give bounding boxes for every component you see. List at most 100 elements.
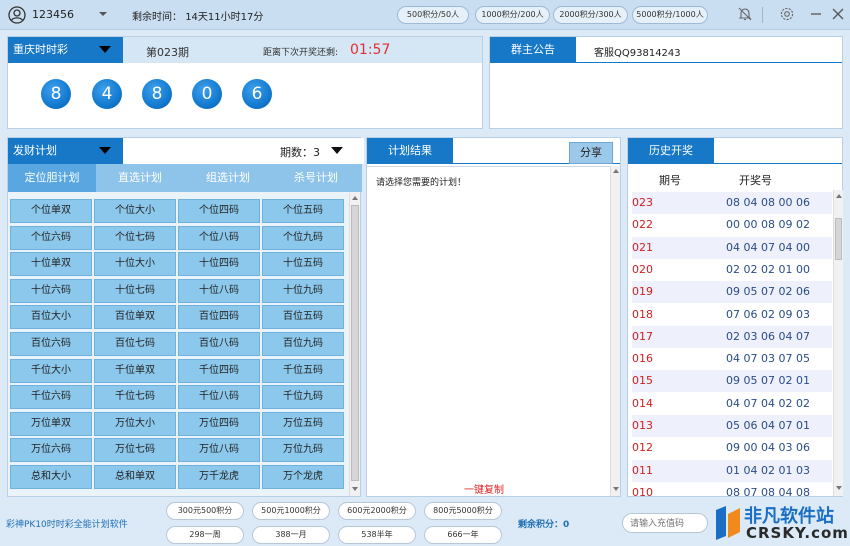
plan-option-button[interactable]: 百位大小 [10,305,92,330]
history-row: 015 09 05 07 02 01 [632,370,832,393]
subscribe-month-button[interactable]: 388一月 [252,526,330,544]
countdown: 01:57 [350,42,391,58]
history-issue: 015 [632,374,653,388]
subscribe-year-button[interactable]: 666一年 [424,526,502,544]
plan-option-button[interactable]: 万千龙虎 [178,465,260,489]
plan-option-button[interactable]: 万位大小 [94,411,176,436]
plan-option-button[interactable]: 千位大小 [10,358,92,383]
plan-option-button[interactable]: 千位八码 [178,385,260,410]
plan-option-button[interactable]: 千位九码 [262,385,344,410]
plan-option-button[interactable]: 千位五码 [262,358,344,383]
result-scrollbar[interactable] [610,166,620,496]
buy-button-1[interactable]: 300元500积分 [166,502,244,520]
draw-ball: 4 [92,79,122,109]
plan-option-button[interactable]: 个位大小 [94,199,176,223]
plan-option-button[interactable]: 百位八码 [178,332,260,356]
plan-option-button[interactable]: 万位七码 [94,438,176,463]
plan-option-button[interactable]: 千位六码 [10,385,92,410]
plan-option-button[interactable]: 百位六码 [10,332,92,356]
plan-option-button[interactable]: 个位八码 [178,225,260,250]
history-row: 022 00 00 08 09 02 [632,214,832,236]
plan-option-button[interactable]: 万位八码 [178,438,260,463]
plan-option-button[interactable]: 万位九码 [262,438,344,463]
history-issue: 013 [632,419,653,432]
scroll-up-icon[interactable] [613,169,619,173]
plan-option-button[interactable]: 个位六码 [10,225,92,250]
buy-button-4[interactable]: 800元5000积分 [424,502,502,520]
plan-option-button[interactable]: 千位七码 [94,385,176,410]
history-issue: 023 [632,196,653,209]
plan-option-button[interactable]: 十位四码 [178,252,260,277]
minimize-icon[interactable] [808,6,824,22]
plan-option-button[interactable]: 个位五码 [262,199,344,223]
plan-option-button[interactable]: 万位五码 [262,411,344,436]
package-button-4[interactable]: 5000积分/1000人 [632,6,708,24]
history-scroll-thumb[interactable] [835,218,842,260]
divider [762,7,763,23]
tab-zhixuan[interactable]: 直选计划 [96,164,184,192]
history-row: 019 09 05 07 02 06 [632,281,832,304]
buy-button-2[interactable]: 500元1000积分 [252,502,330,520]
package-button-3[interactable]: 2000积分/300人 [553,6,628,24]
history-tab[interactable]: 历史开奖 [628,138,714,164]
plan-option-button[interactable]: 个位七码 [94,225,176,250]
scroll-down-icon[interactable] [613,487,619,491]
recharge-code-input[interactable] [622,513,708,533]
result-tab[interactable]: 计划结果 [367,138,453,164]
plan-option-button[interactable]: 百位九码 [262,332,344,356]
subscribe-week-button[interactable]: 298一周 [166,526,244,544]
plan-option-button[interactable]: 百位单双 [94,305,176,330]
plan-option-button[interactable]: 总和单双 [94,465,176,489]
plan-option-button[interactable]: 十位七码 [94,278,176,303]
result-textarea[interactable]: 请选择您需要的计划！ [367,166,610,468]
plan-option-button[interactable]: 十位六码 [10,278,92,303]
plan-option-button[interactable]: 百位四码 [178,305,260,330]
scroll-down-icon[interactable] [836,486,842,490]
plan-scrollbar[interactable] [349,193,360,496]
subscribe-halfyear-button[interactable]: 538半年 [338,526,416,544]
chevron-down-icon[interactable] [98,9,108,19]
period-dropdown-icon[interactable] [331,147,343,154]
remaining-label: 剩余时间： [132,12,182,23]
tab-zuxuan[interactable]: 组选计划 [184,164,272,192]
plan-option-button[interactable]: 十位八码 [178,278,260,303]
history-scrollbar[interactable] [833,190,843,496]
plan-scroll-thumb[interactable] [351,205,359,481]
plan-option-button[interactable]: 百位五码 [262,305,344,330]
close-icon[interactable] [830,6,846,22]
plan-option-button[interactable]: 千位四码 [178,358,260,383]
bell-muted-icon[interactable] [737,6,753,22]
plan-option-button[interactable]: 个位单双 [10,199,92,223]
plan-option-button[interactable]: 十位五码 [262,252,344,277]
plan-option-button[interactable]: 十位九码 [262,278,344,303]
plan-option-button[interactable]: 十位单双 [10,252,92,277]
plan-select[interactable]: 发财计划 [8,138,123,164]
copy-all-button[interactable]: 一键复制 [464,481,504,496]
plan-option-button[interactable]: 百位七码 [94,332,176,356]
history-issue: 020 [632,262,653,276]
user-icon[interactable] [8,6,26,24]
package-button-2[interactable]: 1000积分/200人 [475,6,550,24]
plan-option-button[interactable]: 个位九码 [262,225,344,250]
share-button[interactable]: 分享 [569,142,613,164]
history-numbers: 08 07 08 04 08 [726,485,810,499]
notice-tab[interactable]: 群主公告 [490,37,576,63]
gear-icon[interactable] [779,6,795,22]
plan-option-button[interactable]: 万位六码 [10,438,92,463]
plan-option-button[interactable]: 总和大小 [10,465,92,489]
plan-option-button[interactable]: 万个龙虎 [262,465,344,489]
buy-button-3[interactable]: 600元2000积分 [338,502,416,520]
scroll-down-icon[interactable] [352,487,358,491]
issue-number: 第023期 [146,46,189,59]
plan-option-button[interactable]: 万位单双 [10,411,92,436]
scroll-up-icon[interactable] [836,194,842,198]
scroll-up-icon[interactable] [352,196,358,200]
tab-dingweidan[interactable]: 定位胆计划 [8,164,96,192]
plan-option-button[interactable]: 个位四码 [178,199,260,223]
tab-shahao[interactable]: 杀号计划 [272,164,360,192]
package-button-1[interactable]: 500积分/50人 [397,6,469,24]
plan-option-button[interactable]: 十位大小 [94,252,176,277]
plan-option-button[interactable]: 千位单双 [94,358,176,383]
lottery-select[interactable]: 重庆时时彩 [8,37,123,63]
plan-option-button[interactable]: 万位四码 [178,411,260,436]
